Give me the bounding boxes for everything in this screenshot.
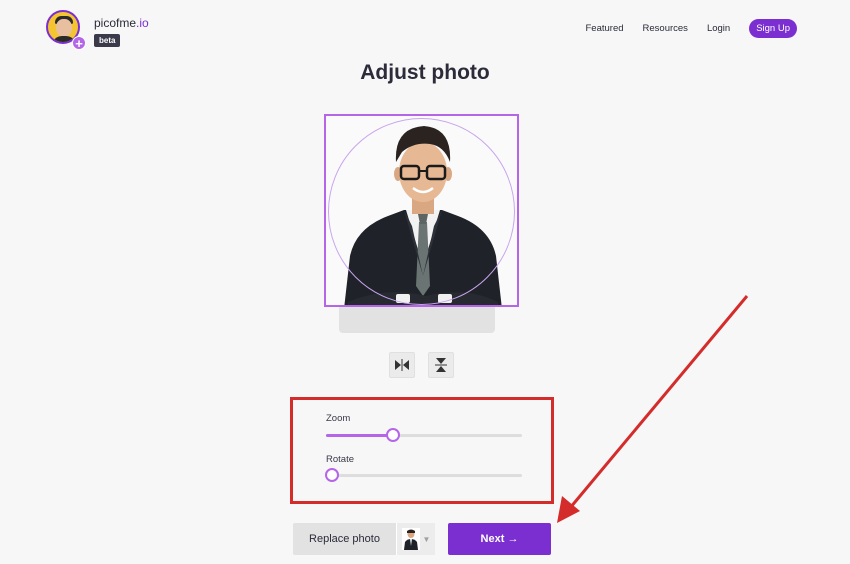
flip-horizontal-button[interactable] xyxy=(389,352,415,378)
nav-resources[interactable]: Resources xyxy=(643,23,688,34)
nav-featured[interactable]: Featured xyxy=(585,23,623,34)
photo-overflow-preview xyxy=(339,307,495,333)
signup-button[interactable]: Sign Up xyxy=(749,19,797,38)
chevron-down-icon: ▼ xyxy=(422,534,431,544)
zoom-slider-fill xyxy=(326,434,393,437)
photo-thumbnail xyxy=(401,528,420,550)
rotate-slider-handle[interactable] xyxy=(325,468,339,482)
flip-vertical-icon xyxy=(435,358,447,372)
rotate-label: Rotate xyxy=(326,454,354,465)
flip-vertical-button[interactable] xyxy=(428,352,454,378)
logo-avatar-icon: + xyxy=(46,10,86,51)
zoom-label: Zoom xyxy=(326,413,351,424)
photo-crop-area[interactable] xyxy=(324,114,519,307)
plus-icon: + xyxy=(72,36,86,51)
next-button[interactable]: Next → xyxy=(448,523,551,555)
replace-photo-label: Replace photo xyxy=(309,533,380,545)
crop-circle-guide xyxy=(328,118,515,305)
brand-name: picofme.io xyxy=(94,16,149,30)
beta-badge: beta xyxy=(94,34,121,47)
top-nav: Featured Resources Login Sign Up xyxy=(566,19,797,38)
adjust-sliders-panel: Zoom Rotate xyxy=(290,397,554,504)
page-title: Adjust photo xyxy=(360,61,490,84)
photo-thumbnail-dropdown[interactable]: ▼ xyxy=(396,523,435,555)
replace-photo-button[interactable]: Replace photo ▼ xyxy=(293,523,435,555)
zoom-slider-handle[interactable] xyxy=(385,428,400,442)
flip-horizontal-icon xyxy=(395,359,409,371)
rotate-slider[interactable] xyxy=(325,468,522,482)
zoom-slider[interactable] xyxy=(326,428,522,442)
brand[interactable]: + picofme.io beta xyxy=(46,10,149,51)
nav-login[interactable]: Login xyxy=(707,23,730,34)
